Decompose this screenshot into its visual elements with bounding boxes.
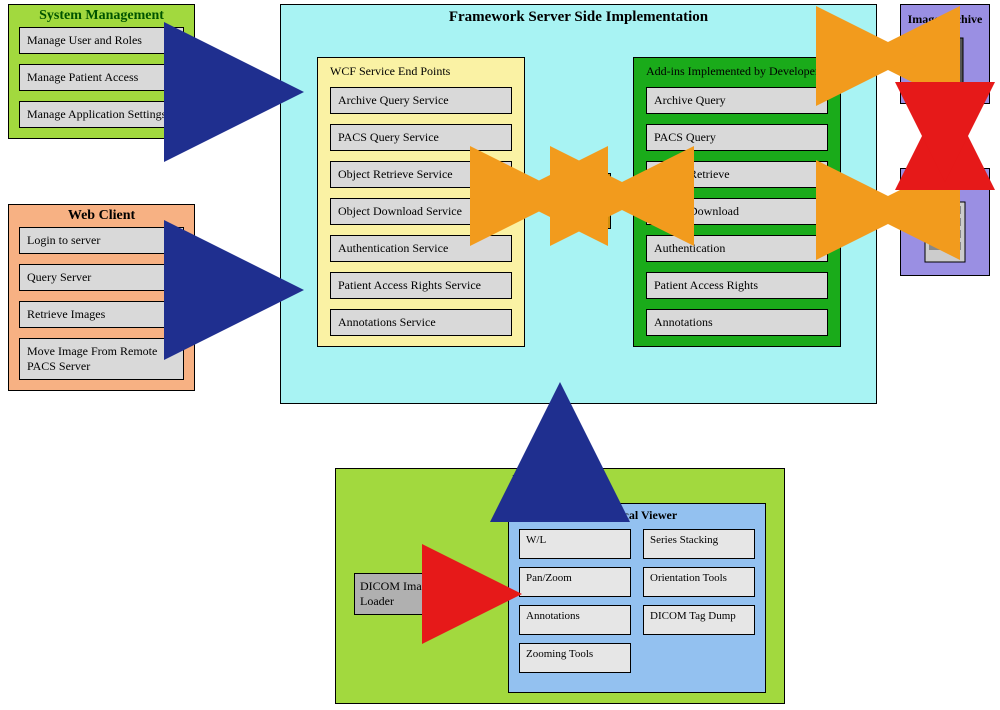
wcf-endpoints-panel: WCF Service End Points Archive Query Ser… (317, 57, 525, 347)
wcf-title: WCF Service End Points (330, 64, 512, 79)
list-item: Object Download (646, 198, 828, 225)
image-archive-title: Image Archive (901, 9, 989, 30)
list-item: Manage Patient Access (19, 64, 184, 91)
list-item: Zooming Tools (519, 643, 631, 673)
list-item: Patient Access Rights Service (330, 272, 512, 299)
database-server-box: Database Server (900, 168, 990, 276)
list-item: Archive Query Service (330, 87, 512, 114)
list-item: Orientation Tools (643, 567, 755, 597)
html5-viewer-panel: HTML5 Viewer DICOM Image Loader Medical … (335, 468, 785, 704)
list-item: Annotations (646, 309, 828, 336)
web-client-title: Web Client (19, 205, 184, 227)
server-icon (901, 30, 989, 98)
list-item: Retrieve Images (19, 301, 184, 328)
list-item: W/L (519, 529, 631, 559)
server-icon (901, 194, 989, 268)
system-management-panel: System Management Manage User and Roles … (8, 4, 195, 139)
list-item: Series Stacking (643, 529, 755, 559)
addins-factory-box: Add-Ins Factory (555, 173, 611, 229)
image-archive-box: Image Archive (900, 4, 990, 104)
list-item: Pan/Zoom (519, 567, 631, 597)
list-item: Login to server (19, 227, 184, 254)
list-item: Object Retrieve (646, 161, 828, 188)
list-item: Patient Access Rights (646, 272, 828, 299)
list-item: Annotations Service (330, 309, 512, 336)
web-client-panel: Web Client Login to server Query Server … (8, 204, 195, 391)
list-item: Object Retrieve Service (330, 161, 512, 188)
system-management-title: System Management (19, 5, 184, 27)
list-item: Object Download Service (330, 198, 512, 225)
list-item: Archive Query (646, 87, 828, 114)
list-item: PACS Query (646, 124, 828, 151)
list-item: Annotations (519, 605, 631, 635)
list-item: PACS Query Service (330, 124, 512, 151)
list-item: Move Image From Remote PACS Server (19, 338, 184, 380)
addins-title: Add-ins Implemented by Developer (646, 64, 828, 79)
database-server-title: Database Server (901, 173, 989, 194)
list-item: Authentication Service (330, 235, 512, 262)
list-item: Manage User and Roles (19, 27, 184, 54)
framework-title: Framework Server Side Implementation (281, 5, 876, 29)
list-item: Authentication (646, 235, 828, 262)
addins-panel: Add-ins Implemented by Developer Archive… (633, 57, 841, 347)
framework-panel: Framework Server Side Implementation WCF… (280, 4, 877, 404)
html5-viewer-title: HTML5 Viewer (336, 469, 784, 492)
medical-viewer-panel: Medical Viewer W/L Pan/Zoom Annotations … (508, 503, 766, 693)
list-item: DICOM Tag Dump (643, 605, 755, 635)
dicom-image-loader-box: DICOM Image Loader (354, 573, 454, 615)
list-item: Manage Application Settings (19, 101, 184, 128)
list-item: Query Server (19, 264, 184, 291)
medical-viewer-title: Medical Viewer (519, 508, 755, 523)
